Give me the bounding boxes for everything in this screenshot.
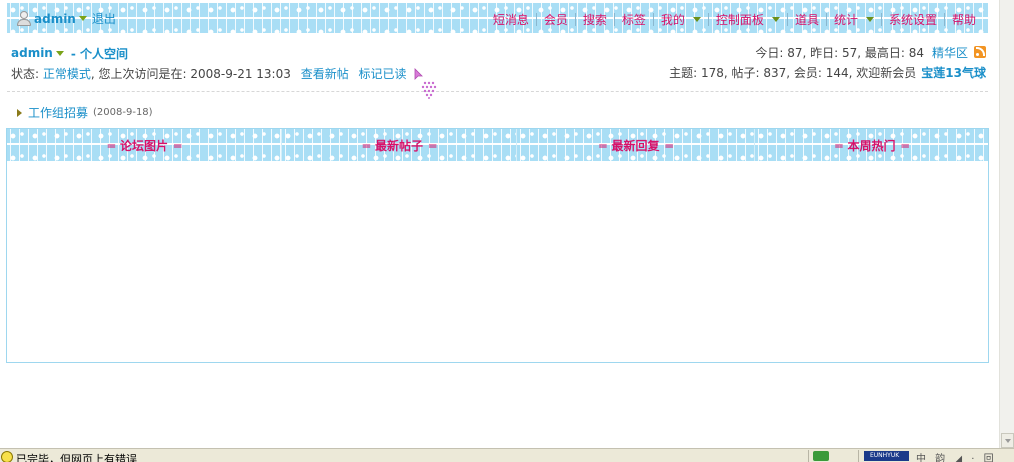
chevron-down-icon[interactable] <box>865 17 874 22</box>
chevron-down-icon[interactable] <box>78 16 87 21</box>
panel-tab-label: ═ 本周热门 ═ <box>829 137 913 154</box>
forum-page: admin 退出 短消息 会员 搜索 标签 我的 控制面板 道具 统计 系统设置 帮助 admin… <box>0 0 1014 462</box>
tab-decoration: ═ <box>599 138 606 153</box>
user-icon <box>17 11 31 26</box>
tab-decoration: ═ <box>174 138 181 153</box>
tab-decoration: ═ <box>429 138 436 153</box>
menu-separator <box>707 13 709 26</box>
top-username[interactable]: admin <box>34 12 76 26</box>
personal-space-link[interactable]: - 个人空间 <box>71 45 128 62</box>
main-menu: 短消息 会员 搜索 标签 我的 控制面板 道具 统计 系统设置 帮助 <box>493 11 976 28</box>
menu-item-label: 标签 <box>621 13 646 27</box>
announcement-link[interactable]: 工作组招募 <box>28 104 88 121</box>
last-visit-text: , 您上次访问是在: 2008-9-21 13:03 <box>90 67 291 81</box>
view-new-posts-link[interactable]: 查看新帖 <box>301 67 349 81</box>
menu-item-5[interactable]: 控制面板 <box>716 11 780 28</box>
forum-stats: 今日: 87, 昨日: 57, 最高日: 84 精华区 主题: 178, 帖子:… <box>669 44 986 80</box>
browser-status-bar: 已完毕，但网页上有错误 EUNHYUK 中 韵 ◢ · 回 ♥ <box>0 448 1014 462</box>
menu-separator <box>613 13 615 26</box>
tab-decoration: ═ <box>835 138 842 153</box>
divider <box>7 91 988 92</box>
status-label: 状态: <box>11 67 43 81</box>
menu-item-8[interactable]: 系统设置 <box>889 11 937 28</box>
menu-item-3[interactable]: 标签 <box>622 11 646 28</box>
panel-tab-1[interactable]: ═ 最新帖子 ═ <box>282 129 517 161</box>
menu-item-label: 会员 <box>543 13 568 27</box>
chevron-down-icon[interactable] <box>771 17 780 22</box>
tab-decoration: ═ <box>362 138 370 153</box>
user-name-link[interactable]: admin <box>11 46 53 60</box>
tab-decoration: ═ <box>665 138 673 153</box>
menu-item-label: 搜索 <box>582 13 607 27</box>
top-nav-bar: admin 退出 短消息 会员 搜索 标签 我的 控制面板 道具 统计 系统设置 帮助 <box>7 3 988 33</box>
digest-link[interactable]: 精华区 <box>932 44 968 61</box>
post-counts: 今日: 87, 昨日: 57, 最高日: 84 <box>755 45 924 60</box>
warning-icon[interactable] <box>1 451 13 462</box>
rss-icon[interactable] <box>974 46 986 58</box>
user-info: admin - 个人空间 状态: 正常模式, 您上次访问是在: 2008-9-2… <box>11 45 407 81</box>
menu-item-label: 短消息 <box>492 13 529 27</box>
menu-separator <box>943 13 945 26</box>
panel-tab-label: ═ 最新回复 ═ <box>593 137 677 154</box>
panel-tab-bar: ═ 论坛图片 ═ ═ 最新帖子 ═ ═ 最新回复 ═ ═ 本周热门 ═ <box>7 129 988 161</box>
menu-separator <box>825 13 827 26</box>
tray-icons: 中 韵 ◢ · 回 ♥ <box>916 454 997 462</box>
scroll-down-button[interactable] <box>1001 433 1014 448</box>
menu-separator <box>535 13 537 26</box>
menu-item-1[interactable]: 会员 <box>544 11 568 28</box>
tray-banner: EUNHYUK <box>864 451 909 461</box>
panel-tab-text: 本周热门 <box>847 138 896 153</box>
panel-tab-text: 最新回复 <box>611 138 660 153</box>
menu-item-0[interactable]: 短消息 <box>493 11 529 28</box>
menu-item-label: 帮助 <box>951 13 976 27</box>
menu-item-9[interactable]: 帮助 <box>952 11 976 28</box>
mark-read-link[interactable]: 标记已读 <box>359 67 407 81</box>
mode-link[interactable]: 正常模式 <box>43 67 91 81</box>
menu-item-6[interactable]: 道具 <box>795 11 819 28</box>
tab-decoration: ═ <box>901 138 909 153</box>
announcement-date: (2008-9-18) <box>93 107 153 118</box>
security-icon <box>813 451 829 461</box>
menu-separator <box>880 13 882 26</box>
menu-item-label: 系统设置 <box>888 13 937 27</box>
chevron-down-icon[interactable] <box>692 17 701 22</box>
panel-tab-text: 论坛图片 <box>119 138 168 153</box>
portal-panel: ═ 论坛图片 ═ ═ 最新帖子 ═ ═ 最新回复 ═ ═ 本周热门 ═ <box>6 128 989 363</box>
menu-item-label: 我的 <box>660 13 685 27</box>
menu-separator <box>786 13 788 26</box>
menu-item-label: 道具 <box>794 13 819 27</box>
menu-item-label: 控制面板 <box>715 13 764 27</box>
new-member-link[interactable]: 宝莲13气球 <box>921 64 986 81</box>
announcement: 工作组招募 (2008-9-18) <box>17 104 153 121</box>
panel-tab-label: ═ 最新帖子 ═ <box>357 137 441 154</box>
menu-item-2[interactable]: 搜索 <box>583 11 607 28</box>
tray-divider <box>808 450 809 462</box>
top-user-menu[interactable]: admin 退出 <box>17 10 116 27</box>
menu-separator <box>652 13 654 26</box>
mouse-cursor-icon <box>414 68 437 99</box>
forum-summary: 主题: 178, 帖子: 837, 会员: 144, 欢迎新会员 <box>669 65 917 80</box>
arrow-right-icon <box>17 108 22 117</box>
status-text: 已完毕，但网页上有错误 <box>16 453 137 462</box>
menu-item-7[interactable]: 统计 <box>834 11 874 28</box>
menu-item-4[interactable]: 我的 <box>661 11 701 28</box>
panel-tab-text: 最新帖子 <box>374 138 423 153</box>
panel-tab-label: ═ 论坛图片 ═ <box>102 137 186 154</box>
tray-divider <box>858 450 859 462</box>
vertical-scrollbar[interactable] <box>999 0 1014 448</box>
panel-tab-2[interactable]: ═ 最新回复 ═ <box>517 129 755 161</box>
menu-separator <box>574 13 576 26</box>
chevron-down-icon[interactable] <box>55 50 64 56</box>
panel-tab-3[interactable]: ═ 本周热门 ═ <box>755 129 988 161</box>
logout-link[interactable]: 退出 <box>92 10 116 27</box>
tab-decoration: ═ <box>107 138 115 153</box>
panel-tab-0[interactable]: ═ 论坛图片 ═ <box>7 129 282 161</box>
menu-item-label: 统计 <box>833 13 858 27</box>
